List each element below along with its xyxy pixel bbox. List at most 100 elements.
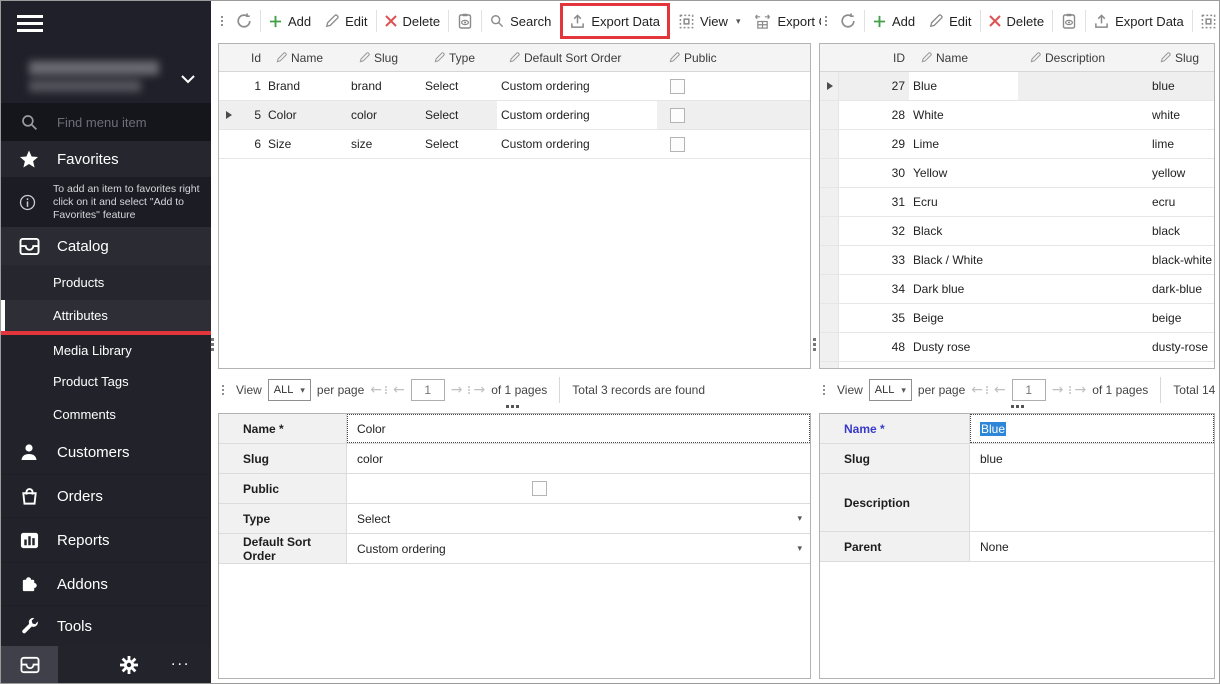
catalog-icon: [1, 237, 57, 256]
panel-splitter-handle[interactable]: [813, 338, 816, 351]
public-checkbox[interactable]: [670, 108, 685, 123]
table-row-selected[interactable]: 5 Color color Select Custom ordering: [219, 101, 810, 130]
page-number-input[interactable]: [411, 379, 445, 401]
toolbar-drag-handle[interactable]: [825, 16, 827, 26]
sidebar-item-addons[interactable]: Addons: [1, 563, 211, 605]
field-label-description: Description: [820, 474, 970, 531]
edit-button[interactable]: Edit: [318, 6, 374, 36]
sidebar-item-favorites[interactable]: Favorites: [1, 141, 211, 177]
refresh-button[interactable]: [833, 6, 863, 36]
search-button[interactable]: Search: [483, 6, 558, 36]
table-row[interactable]: 1 Brand brand Select Custom ordering: [219, 72, 810, 101]
value-detail-form: Name * Blue Slug blue Description Parent…: [819, 413, 1215, 679]
hamburger-menu-icon[interactable]: [17, 15, 43, 36]
last-page-button[interactable]: →: [473, 383, 485, 397]
type-select[interactable]: Select▾: [347, 504, 810, 533]
table-row[interactable]: 34Dark bluedark-blue: [820, 275, 1214, 304]
column-header-public[interactable]: Public: [657, 44, 810, 71]
column-header-type[interactable]: Type: [422, 44, 497, 71]
sidebar-item-attributes[interactable]: Attributes: [1, 300, 211, 331]
edit-button[interactable]: Edit: [922, 6, 978, 36]
first-page-button[interactable]: ←: [971, 383, 983, 397]
column-header-slug[interactable]: Slug: [1148, 44, 1214, 71]
sidebar-item-product-tags[interactable]: Product Tags: [1, 366, 211, 397]
slug-field[interactable]: blue: [970, 444, 1214, 473]
pager-drag-handle[interactable]: [823, 385, 825, 395]
first-page-button[interactable]: ←: [370, 383, 382, 397]
sidebar-item-customers[interactable]: Customers: [1, 431, 211, 473]
table-row[interactable]: 29Limelime: [820, 130, 1214, 159]
account-selector[interactable]: [1, 51, 211, 103]
public-field: [347, 474, 810, 503]
sidebar-item-reports[interactable]: Reports: [1, 519, 211, 561]
sidebar-item-orders[interactable]: Orders: [1, 475, 211, 517]
table-row[interactable]: 30Yellowyellow: [820, 159, 1214, 188]
table-row[interactable]: 35Beigebeige: [820, 304, 1214, 333]
column-header-name[interactable]: Name: [909, 44, 1018, 71]
caret-down-icon: ▾: [901, 385, 906, 396]
table-row[interactable]: 31Ecruecru: [820, 188, 1214, 217]
slug-field[interactable]: color: [347, 444, 810, 473]
first-page-dots-icon: [986, 386, 988, 394]
parent-field[interactable]: None: [970, 532, 1214, 561]
public-checkbox[interactable]: [670, 79, 685, 94]
public-checkbox[interactable]: [670, 137, 685, 152]
table-row[interactable]: 48Dusty rosedusty-rose: [820, 333, 1214, 362]
field-label-sort: Default Sort Order: [219, 534, 347, 563]
view-dropdown[interactable]: View▾: [1194, 6, 1220, 36]
column-header-name[interactable]: Name: [264, 44, 347, 71]
catalog-shortcut-icon[interactable]: [1, 646, 58, 684]
page-size-select[interactable]: ALL▾: [869, 379, 912, 401]
sidebar-item-tools[interactable]: Tools: [1, 607, 211, 646]
prev-page-button[interactable]: ←: [393, 383, 405, 397]
next-page-button[interactable]: →: [451, 383, 463, 397]
delete-button[interactable]: Delete: [378, 6, 448, 36]
prev-page-button[interactable]: ←: [994, 383, 1006, 397]
table-row[interactable]: 32Blackblack: [820, 217, 1214, 246]
export-data-button[interactable]: Export Data: [1087, 6, 1191, 36]
chevron-down-icon[interactable]: [181, 71, 195, 89]
add-button[interactable]: Add: [262, 6, 318, 36]
column-header-description[interactable]: Description: [1018, 44, 1148, 71]
page-number-input[interactable]: [1012, 379, 1046, 401]
search-input[interactable]: [57, 115, 197, 130]
pager-drag-handle[interactable]: [222, 385, 224, 395]
page-size-select[interactable]: ALL▾: [268, 379, 311, 401]
form-splitter-handle[interactable]: [1011, 405, 1024, 408]
last-page-dots-icon: [468, 386, 470, 394]
clipboard-preview-button[interactable]: [450, 6, 480, 36]
panel-splitter-handle[interactable]: [211, 338, 214, 351]
last-page-button[interactable]: →: [1074, 383, 1086, 397]
form-splitter-handle[interactable]: [506, 405, 519, 408]
column-header-id[interactable]: Id: [238, 44, 264, 71]
export-data-button[interactable]: Export Data: [563, 6, 667, 36]
sidebar-item-products[interactable]: Products: [1, 265, 211, 300]
sidebar-item-media-library[interactable]: Media Library: [1, 335, 211, 366]
clipboard-preview-button[interactable]: [1054, 6, 1084, 36]
table-row[interactable]: 6 Size size Select Custom ordering: [219, 130, 810, 159]
gear-icon[interactable]: [119, 655, 139, 680]
table-row[interactable]: 33Black / Whiteblack-white: [820, 246, 1214, 275]
column-header-slug[interactable]: Slug: [347, 44, 422, 71]
column-header-id[interactable]: ID: [839, 44, 909, 71]
view-dropdown[interactable]: View▾: [672, 6, 747, 36]
name-field[interactable]: Color: [347, 414, 810, 443]
pencil-icon: [929, 14, 943, 28]
refresh-icon: [236, 13, 252, 29]
delete-button[interactable]: Delete: [982, 6, 1052, 36]
refresh-button[interactable]: [229, 6, 259, 36]
next-page-button[interactable]: →: [1052, 383, 1064, 397]
favorites-note-text: To add an item to favorites right click …: [53, 183, 211, 222]
table-row-selected[interactable]: 27 Blue blue: [820, 72, 1214, 101]
toolbar-drag-handle[interactable]: [221, 16, 223, 26]
sidebar-item-comments[interactable]: Comments: [1, 397, 211, 431]
add-button[interactable]: Add: [866, 6, 922, 36]
description-field[interactable]: [970, 474, 1214, 531]
column-header-sort[interactable]: Default Sort Order: [497, 44, 657, 71]
more-options-ellipsis[interactable]: ...: [171, 652, 190, 670]
sidebar-item-catalog[interactable]: Catalog: [1, 227, 211, 265]
public-checkbox[interactable]: [532, 481, 547, 496]
sort-order-select[interactable]: Custom ordering▾: [347, 534, 810, 563]
name-field[interactable]: Blue: [970, 414, 1214, 443]
table-row[interactable]: 28Whitewhite: [820, 101, 1214, 130]
